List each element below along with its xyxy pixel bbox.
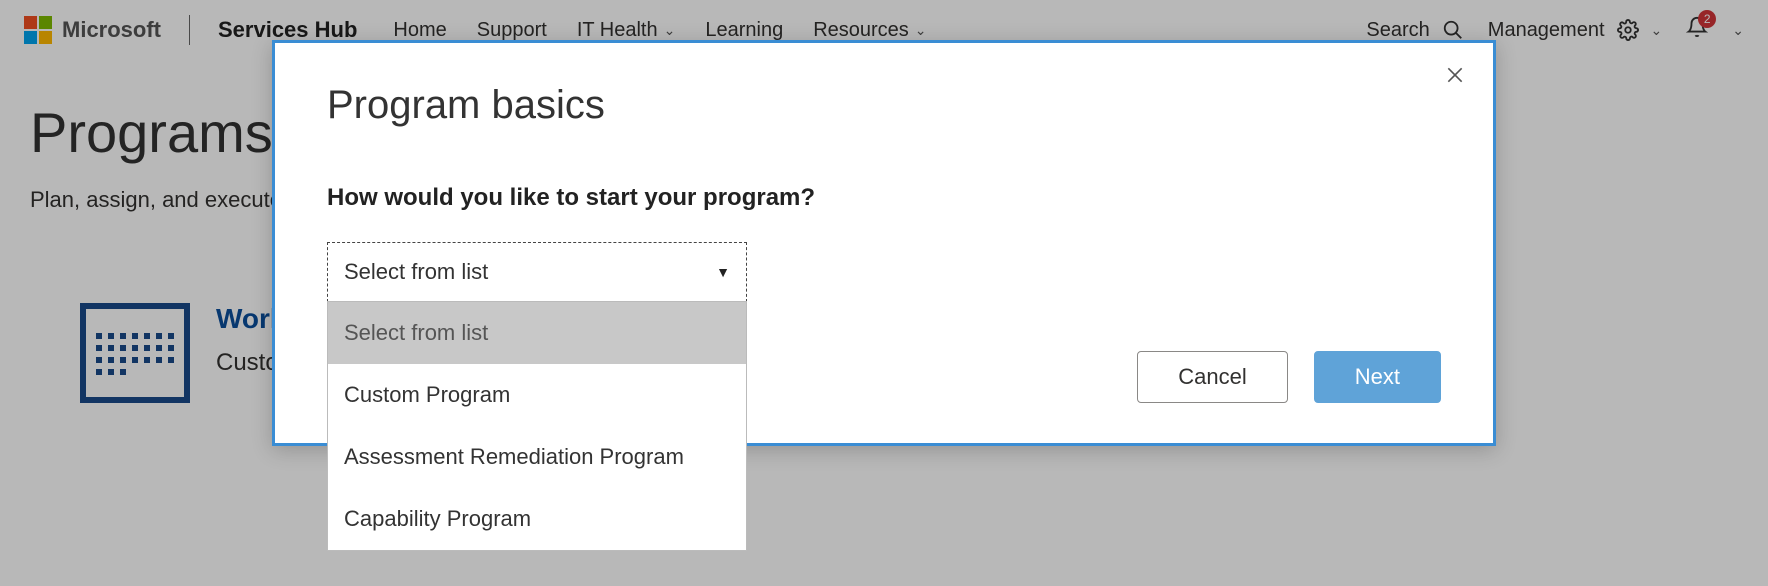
next-button[interactable]: Next: [1314, 351, 1441, 403]
close-icon: [1445, 65, 1465, 85]
dropdown-option-capability[interactable]: Capability Program: [328, 488, 746, 550]
dropdown-option-custom[interactable]: Custom Program: [328, 364, 746, 426]
select-value: Select from list: [344, 259, 488, 285]
modal-question: How would you like to start your program…: [327, 184, 1441, 212]
modal-title: Program basics: [327, 83, 1441, 128]
close-button[interactable]: [1441, 61, 1469, 89]
program-start-dropdown: Select from list Custom Program Assessme…: [327, 301, 747, 551]
cancel-button[interactable]: Cancel: [1137, 351, 1287, 403]
dropdown-option-assessment[interactable]: Assessment Remediation Program: [328, 426, 746, 488]
triangle-down-icon: ▼: [716, 264, 730, 280]
dropdown-option-placeholder[interactable]: Select from list: [328, 302, 746, 364]
program-basics-modal: Program basics How would you like to sta…: [272, 40, 1496, 446]
program-start-select[interactable]: Select from list ▼: [327, 242, 747, 302]
modal-footer: Cancel Next: [1137, 351, 1441, 403]
